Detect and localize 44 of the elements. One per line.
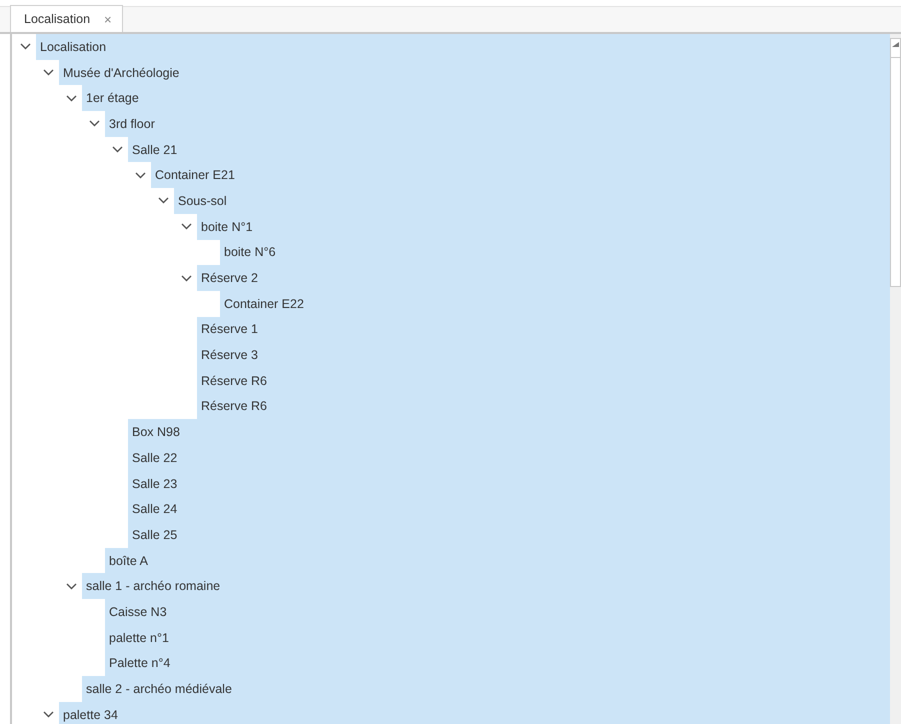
tree-item[interactable]: salle 1 - archéo romaine xyxy=(82,573,890,600)
chevron-down-icon[interactable] xyxy=(66,582,77,590)
tree-item[interactable]: Réserve R6 xyxy=(197,368,890,394)
tree-item[interactable]: Réserve 3 xyxy=(197,342,890,368)
chevron-down-icon[interactable] xyxy=(20,43,31,50)
chevron-down-icon[interactable] xyxy=(66,94,77,102)
tree-item[interactable]: Salle 23 xyxy=(128,470,890,496)
tree-item[interactable]: Sous-sol xyxy=(174,188,890,214)
tree-item[interactable]: Musée d'Archéologie xyxy=(59,60,890,86)
tree-item[interactable]: Réserve 1 xyxy=(197,316,890,342)
tree-item[interactable]: Container E21 xyxy=(151,162,890,188)
tree-item[interactable]: palette n°1 xyxy=(105,624,890,650)
scrollbar-thumb[interactable] xyxy=(890,58,901,287)
chevron-down-icon[interactable] xyxy=(158,197,169,204)
chevron-down-icon[interactable] xyxy=(89,120,100,128)
chevron-down-icon[interactable] xyxy=(181,274,192,282)
tab-label: Localisation xyxy=(24,12,90,26)
tree-item[interactable]: Salle 24 xyxy=(128,496,890,522)
tree-item[interactable]: boite N°6 xyxy=(220,240,890,266)
tree-item[interactable]: salle 2 - archéo médiévale xyxy=(82,676,890,702)
tree-item[interactable]: boîte A xyxy=(105,548,890,574)
scroll-up-button[interactable] xyxy=(890,38,901,58)
chevron-down-icon[interactable] xyxy=(43,711,54,718)
tree-item[interactable]: Réserve R6 xyxy=(197,394,890,420)
tree-item[interactable]: 3rd floor xyxy=(105,111,890,137)
tree-item[interactable]: boite N°1 xyxy=(197,214,890,240)
tree-item[interactable]: Container E22 xyxy=(220,290,890,317)
chevron-down-icon[interactable] xyxy=(112,146,123,154)
chevron-down-icon[interactable] xyxy=(43,69,54,76)
tree-item[interactable]: Localisation xyxy=(36,34,890,60)
tree-item[interactable]: Salle 21 xyxy=(128,136,890,162)
close-button[interactable]: × xyxy=(104,12,112,26)
tree-item[interactable]: 1er étage xyxy=(82,85,890,112)
chevron-down-icon[interactable] xyxy=(181,223,192,230)
chevron-down-icon[interactable] xyxy=(135,172,146,179)
tab[interactable]: Localisation × xyxy=(10,5,123,32)
tree-item[interactable]: Caisse N3 xyxy=(105,599,890,625)
tree-item[interactable]: Salle 22 xyxy=(128,445,890,471)
triangle-icon xyxy=(892,42,900,47)
tree-item[interactable]: Réserve 2 xyxy=(197,265,890,291)
tree-item[interactable]: palette 34 xyxy=(59,702,890,724)
tree-item[interactable]: Box N98 xyxy=(128,419,890,445)
tree-item[interactable]: Palette n°4 xyxy=(105,650,890,676)
tree-item[interactable]: Salle 25 xyxy=(128,522,890,548)
